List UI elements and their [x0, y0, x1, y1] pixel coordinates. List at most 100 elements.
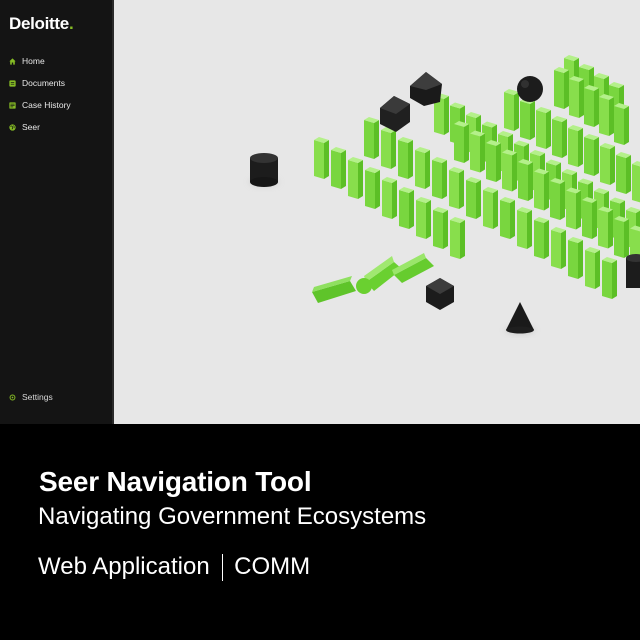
domino: [584, 88, 594, 127]
domino: [358, 160, 363, 199]
domino: [600, 146, 610, 185]
domino: [554, 70, 564, 109]
domino: [536, 110, 546, 149]
sidebar-item-home[interactable]: Home: [0, 50, 112, 72]
sidebar-item-label: Home: [22, 56, 45, 66]
domino: [595, 250, 600, 289]
meta-divider: [221, 553, 224, 581]
domino: [496, 143, 501, 182]
logo-text: Deloitte: [9, 14, 69, 33]
domino: [512, 152, 517, 192]
domino: [528, 162, 533, 201]
domino: [476, 180, 481, 219]
home-icon: [9, 57, 16, 65]
domino: [433, 210, 443, 249]
sidebar-item-seer[interactable]: Seer: [0, 116, 112, 138]
domino: [594, 88, 599, 127]
domino: [534, 220, 544, 259]
domino: [530, 101, 535, 140]
domino: [442, 160, 447, 199]
domino: [534, 171, 544, 211]
project-category: COMM: [234, 553, 311, 580]
domino: [486, 143, 496, 182]
domino: [464, 124, 469, 163]
domino: [324, 140, 329, 179]
domino: [502, 152, 512, 192]
domino: [382, 180, 392, 219]
domino: [616, 155, 626, 194]
domino: [331, 150, 341, 189]
domino: [399, 190, 409, 229]
domino: [392, 180, 397, 219]
project-meta: Web Application COMM: [38, 553, 310, 581]
domino: [602, 260, 612, 299]
domino: [341, 150, 346, 189]
sidebar-item-case-history[interactable]: Case History: [0, 94, 112, 116]
domino: [608, 209, 613, 249]
hero-illustration: [249, 55, 640, 334]
case-history-icon: [9, 101, 16, 109]
settings-label: Settings: [22, 392, 53, 402]
domino: [569, 79, 579, 118]
domino: [443, 210, 448, 249]
domino: [432, 160, 442, 199]
sidebar-item-settings[interactable]: Settings: [9, 392, 53, 402]
domino: [579, 79, 584, 118]
documents-icon: [9, 79, 16, 87]
domino: [504, 92, 514, 131]
sidebar-item-label: Documents: [22, 78, 65, 88]
sidebar-item-label: Seer: [22, 122, 40, 132]
domino: [614, 106, 624, 145]
domino: [409, 190, 414, 229]
globe-icon: [9, 123, 16, 131]
sidebar: Deloitte. Home Documents Case History Se…: [0, 0, 114, 424]
domino: [480, 133, 485, 173]
domino: [551, 230, 561, 269]
domino: [584, 137, 594, 176]
sidebar-nav: Home Documents Case History Seer: [0, 50, 112, 138]
domino: [408, 140, 413, 179]
domino: [426, 200, 431, 239]
domino: [568, 240, 578, 279]
deloitte-logo[interactable]: Deloitte.: [9, 14, 74, 34]
domino: [527, 210, 532, 249]
logo-dot: .: [68, 14, 74, 33]
domino: [460, 220, 465, 259]
domino: [454, 124, 464, 163]
domino: [375, 170, 380, 209]
gear-icon: [9, 394, 16, 401]
domino: [398, 140, 408, 179]
domino: [564, 70, 569, 109]
domino: [450, 220, 460, 259]
sidebar-item-label: Case History: [22, 100, 71, 110]
domino: [444, 96, 449, 135]
domino: [348, 160, 358, 199]
domino: [415, 150, 425, 189]
domino: [514, 92, 519, 131]
domino: [594, 137, 599, 176]
domino: [560, 181, 565, 220]
domino: [566, 190, 576, 230]
domino: [500, 200, 510, 239]
domino: [562, 119, 567, 158]
domino: [470, 133, 480, 173]
domino: [599, 97, 609, 136]
domino: [544, 171, 549, 211]
domino: [374, 120, 379, 159]
domino: [520, 101, 530, 140]
domino: [449, 170, 459, 209]
app-window: Deloitte. Home Documents Case History Se…: [0, 0, 640, 424]
domino: [582, 200, 592, 239]
caption-panel: [0, 424, 640, 640]
domino: [416, 200, 426, 239]
domino: [632, 164, 640, 203]
domino: [598, 209, 608, 249]
domino: [544, 220, 549, 259]
domino: [459, 170, 464, 209]
domino: [585, 250, 595, 289]
domino: [510, 200, 515, 239]
domino: [493, 190, 498, 229]
sidebar-item-documents[interactable]: Documents: [0, 72, 112, 94]
domino: [483, 190, 493, 229]
domino: [381, 130, 391, 169]
